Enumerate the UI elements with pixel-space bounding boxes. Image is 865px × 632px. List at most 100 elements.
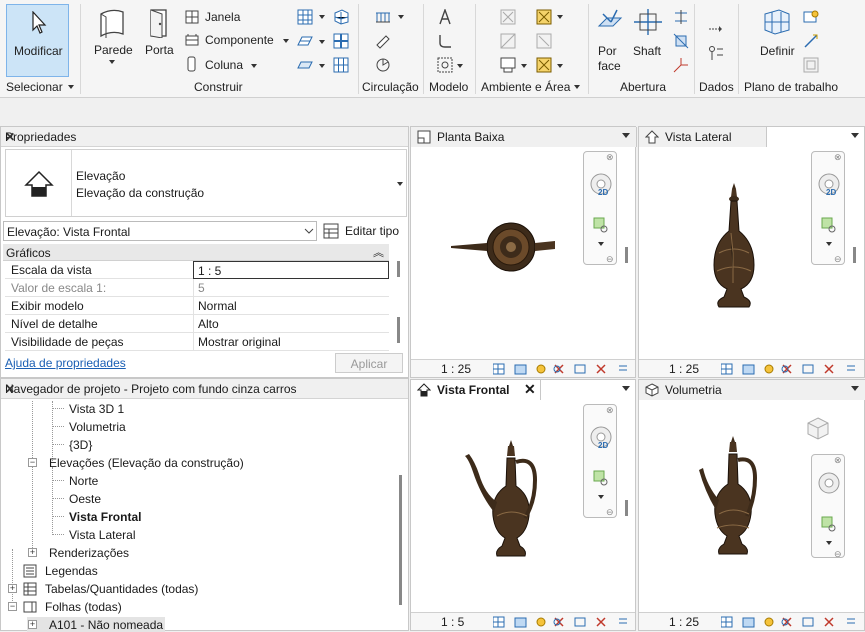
zoom-dropdown-arrow[interactable] [598, 495, 604, 499]
section-header-graphics[interactable]: Gráficos ︽ [3, 244, 389, 261]
view-scrollbar[interactable] [625, 500, 628, 516]
navbar-close-icon[interactable]: ⊗ [606, 405, 614, 416]
navbar-options-icon[interactable]: ⊖ [834, 254, 842, 265]
view-menu-arrow[interactable] [851, 386, 859, 391]
apply-button[interactable]: Aplicar [335, 353, 403, 373]
tree-item-elevacoes[interactable]: Elevações (Elevação da construção) [49, 456, 244, 470]
shaft-button[interactable]: Shaft [631, 6, 665, 74]
modify-button[interactable]: Modificar [6, 4, 69, 77]
roof-icon[interactable] [297, 33, 313, 49]
view-scale[interactable]: 1 : 25 [441, 362, 471, 376]
browser-close-icon[interactable]: ✕ [5, 382, 402, 396]
area-boundary-icon[interactable] [536, 33, 552, 49]
tree-item-oeste[interactable]: Oeste [69, 492, 101, 506]
navbar-close-icon[interactable]: ⊗ [834, 455, 842, 466]
floor-icon[interactable] [297, 57, 313, 73]
navigation-bar[interactable]: ⊗ 2D ⊖ [583, 151, 617, 265]
tab-vista-frontal[interactable]: Vista Frontal ✕ [411, 380, 541, 400]
wall-button[interactable]: Parede [88, 4, 136, 74]
view-vista-frontal[interactable]: Vista Frontal ✕ ⊗ 2D ⊖ 1 : 5 [410, 379, 636, 631]
ref-plane-icon[interactable] [803, 33, 819, 49]
model-text-icon[interactable] [437, 9, 453, 25]
dormer-icon[interactable] [673, 57, 689, 73]
browser-scrollbar-thumb[interactable] [399, 475, 402, 605]
collapse-icon[interactable]: ︽ [373, 244, 384, 260]
view-vista-lateral[interactable]: Vista Lateral ⊗ 2D ⊖ 1 : 25 [638, 126, 865, 378]
panel-select-label[interactable]: Selecionar [6, 80, 63, 94]
detail-level-icon[interactable] [493, 615, 633, 629]
zoom-dropdown-arrow[interactable] [826, 242, 832, 246]
property-row[interactable]: Nível de detalhe Alto [5, 315, 389, 333]
steering-wheel-icon[interactable] [817, 471, 841, 495]
grid-icon[interactable] [708, 45, 724, 61]
property-row[interactable]: Escala da vista 1 : 5 [5, 261, 389, 279]
view-planta-baixa[interactable]: Planta Baixa ⊗ 2D ⊖ 1 : 25 [410, 126, 637, 378]
expand-a101-icon[interactable]: + [28, 620, 37, 629]
tab-close-icon[interactable]: ✕ [524, 381, 536, 398]
mullion-icon[interactable] [333, 33, 349, 49]
zoom-dropdown-arrow[interactable] [826, 541, 832, 545]
tree-item-renderizacoes[interactable]: Renderizações [49, 546, 129, 560]
property-row[interactable]: Exibir modelo Normal [5, 297, 389, 315]
property-row[interactable]: Valor de escala 1: 5 [5, 279, 389, 297]
wall-opening-icon[interactable] [673, 9, 689, 25]
navigation-bar[interactable]: ⊗ ⊖ [811, 454, 845, 560]
tree-item-norte[interactable]: Norte [69, 474, 98, 488]
navbar-options-icon[interactable]: ⊖ [606, 507, 614, 518]
level-icon[interactable] [708, 21, 724, 37]
view-scale[interactable]: 1 : 25 [669, 615, 699, 629]
detail-level-icon[interactable] [721, 362, 861, 376]
detail-level-icon[interactable] [493, 362, 633, 376]
zoom-dropdown-arrow[interactable] [598, 242, 604, 246]
edit-type-button[interactable]: Editar tipo [321, 221, 403, 241]
zoom-icon[interactable] [820, 515, 838, 533]
tree-item-3d[interactable]: {3D} [69, 438, 92, 452]
room-icon[interactable] [500, 9, 516, 25]
view-scale[interactable]: 1 : 25 [669, 362, 699, 376]
view-volumetria[interactable]: Volumetria ⊗ ⊖ 1 : 25 [638, 379, 865, 631]
navigation-bar[interactable]: ⊗ 2D ⊖ [583, 404, 617, 518]
instance-selector[interactable]: Elevação: Vista Frontal [3, 221, 317, 241]
navbar-close-icon[interactable]: ⊗ [606, 152, 614, 163]
tree-item-vista-lateral[interactable]: Vista Lateral [69, 528, 136, 542]
by-face-button[interactable]: Por face [594, 6, 628, 74]
curtain-system-icon[interactable] [297, 9, 313, 25]
area-icon[interactable] [536, 9, 552, 25]
tab-vista-lateral[interactable]: Vista Lateral [639, 127, 767, 147]
tree-item-vista-frontal[interactable]: Vista Frontal [69, 510, 141, 524]
railing-icon[interactable] [375, 9, 391, 25]
door-button[interactable]: Porta [142, 4, 178, 74]
tree-item-folhas[interactable]: Folhas (todas) [45, 600, 122, 614]
navbar-options-icon[interactable]: ⊖ [606, 254, 614, 265]
expand-schedules-icon[interactable]: + [8, 584, 17, 593]
view-menu-arrow[interactable] [622, 133, 630, 138]
collapse-sheets-icon[interactable]: − [8, 602, 17, 611]
detail-level-icon[interactable] [721, 615, 861, 629]
properties-scrollbar-thumb[interactable] [397, 317, 400, 343]
view-menu-arrow[interactable] [622, 386, 630, 391]
properties-scrollbar[interactable] [397, 261, 400, 277]
zoom-icon[interactable] [592, 469, 610, 487]
tree-item-a101[interactable]: A101 - Não nomeada [49, 618, 163, 632]
stair-icon[interactable] [375, 57, 391, 73]
navbar-options-icon[interactable]: ⊖ [834, 549, 842, 560]
property-value[interactable]: Normal [193, 297, 389, 315]
vertical-opening-icon[interactable] [673, 33, 689, 49]
tab-planta-baixa[interactable]: Planta Baixa [411, 127, 637, 147]
properties-close-icon[interactable]: ✕ [5, 130, 402, 144]
model-group-icon[interactable] [437, 57, 453, 73]
navbar-close-icon[interactable]: ⊗ [834, 152, 842, 163]
property-value[interactable]: Mostrar original [193, 333, 389, 351]
property-value-input[interactable]: 1 : 5 [193, 261, 389, 279]
zoom-icon[interactable] [592, 216, 610, 234]
tree-item-volumetria[interactable]: Volumetria [69, 420, 126, 434]
model-line-icon[interactable] [437, 33, 453, 49]
navigation-bar[interactable]: ⊗ 2D ⊖ [811, 151, 845, 265]
property-row[interactable]: Visibilidade de peças Mostrar original [5, 333, 389, 351]
panel-room-area-label[interactable]: Ambiente e Área [481, 80, 570, 94]
define-button[interactable]: Definir [755, 6, 799, 74]
expand-renders-icon[interactable]: + [28, 548, 37, 557]
tree-item-legendas[interactable]: Legendas [45, 564, 98, 578]
window-button[interactable]: Janela [185, 9, 245, 27]
property-value[interactable]: Alto [193, 315, 389, 333]
